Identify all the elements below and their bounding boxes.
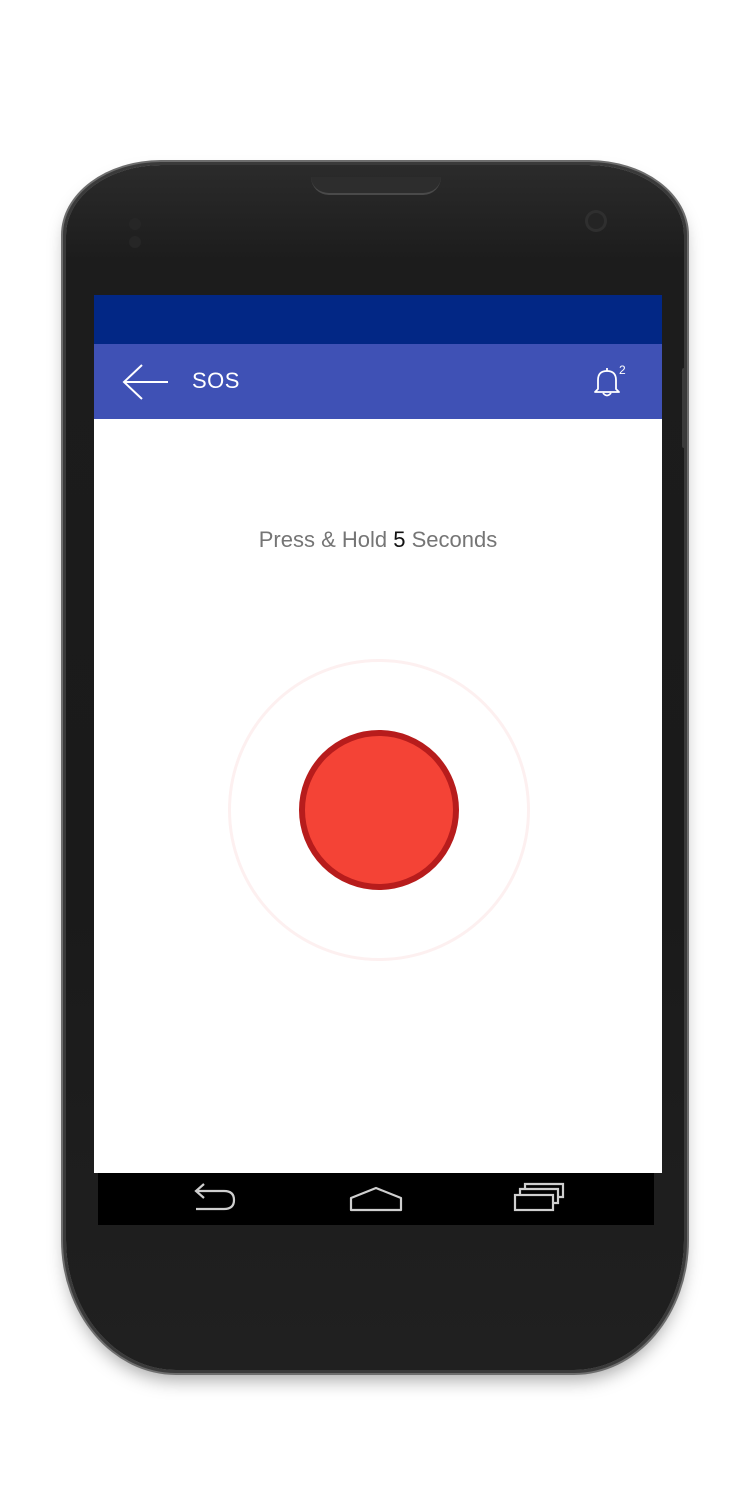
navigation-bar (98, 1173, 654, 1225)
screen: SOS 2 Press & Hold 5 Seconds (94, 295, 662, 1173)
instruction-text: Press & Hold 5 Seconds (94, 527, 662, 553)
status-bar (94, 295, 662, 344)
nav-recents-icon[interactable] (508, 1179, 568, 1219)
page-title: SOS (192, 368, 240, 393)
proximity-sensor (129, 217, 163, 248)
power-button (682, 368, 686, 448)
arrow-left-icon[interactable] (122, 363, 170, 401)
earpiece-speaker (311, 177, 441, 195)
instruction-prefix: Press & Hold (258, 527, 394, 552)
app-bar: SOS 2 (94, 344, 662, 419)
notification-count-badge: 2 (619, 363, 626, 377)
front-camera-icon (585, 210, 607, 232)
sos-button[interactable] (299, 730, 459, 890)
page: SOS 2 Press & Hold 5 Seconds (0, 0, 750, 1500)
instruction-suffix: Seconds (405, 527, 498, 552)
nav-back-icon[interactable] (184, 1179, 244, 1219)
nav-home-icon[interactable] (346, 1179, 406, 1219)
instruction-seconds: 5 (393, 527, 406, 552)
